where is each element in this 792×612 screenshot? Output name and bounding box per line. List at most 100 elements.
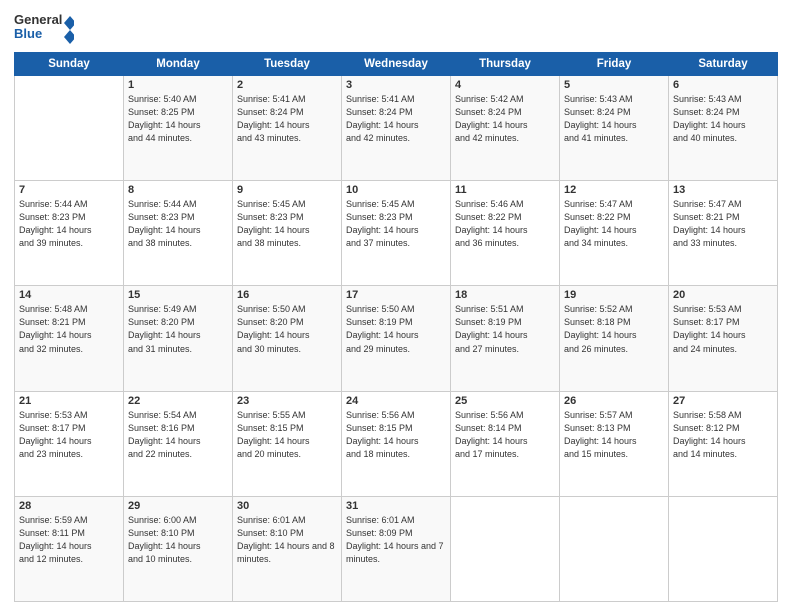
day-header-tuesday: Tuesday xyxy=(233,53,342,76)
calendar-cell: 25 Sunrise: 5:56 AMSunset: 8:14 PMDaylig… xyxy=(451,391,560,496)
day-info: Sunrise: 5:53 AMSunset: 8:17 PMDaylight:… xyxy=(19,410,92,459)
day-info: Sunrise: 6:00 AMSunset: 8:10 PMDaylight:… xyxy=(128,515,201,564)
calendar-cell: 3 Sunrise: 5:41 AMSunset: 8:24 PMDayligh… xyxy=(342,76,451,181)
day-info: Sunrise: 5:53 AMSunset: 8:17 PMDaylight:… xyxy=(673,304,746,353)
day-number: 3 xyxy=(346,79,446,91)
calendar-cell: 30 Sunrise: 6:01 AMSunset: 8:10 PMDaylig… xyxy=(233,496,342,601)
calendar-table: SundayMondayTuesdayWednesdayThursdayFrid… xyxy=(14,52,778,602)
day-info: Sunrise: 5:49 AMSunset: 8:20 PMDaylight:… xyxy=(128,304,201,353)
day-info: Sunrise: 5:51 AMSunset: 8:19 PMDaylight:… xyxy=(455,304,528,353)
day-number: 16 xyxy=(237,289,337,301)
day-number: 28 xyxy=(19,500,119,512)
calendar-cell: 21 Sunrise: 5:53 AMSunset: 8:17 PMDaylig… xyxy=(15,391,124,496)
day-number: 23 xyxy=(237,395,337,407)
calendar-cell: 20 Sunrise: 5:53 AMSunset: 8:17 PMDaylig… xyxy=(669,286,778,391)
calendar-cell: 14 Sunrise: 5:48 AMSunset: 8:21 PMDaylig… xyxy=(15,286,124,391)
day-info: Sunrise: 6:01 AMSunset: 8:10 PMDaylight:… xyxy=(237,515,335,564)
day-number: 14 xyxy=(19,289,119,301)
day-info: Sunrise: 6:01 AMSunset: 8:09 PMDaylight:… xyxy=(346,515,444,564)
day-info: Sunrise: 5:42 AMSunset: 8:24 PMDaylight:… xyxy=(455,94,528,143)
calendar-cell xyxy=(669,496,778,601)
logo-icon: General Blue xyxy=(14,10,74,46)
header: General Blue xyxy=(14,10,778,46)
day-info: Sunrise: 5:45 AMSunset: 8:23 PMDaylight:… xyxy=(346,199,419,248)
day-number: 26 xyxy=(564,395,664,407)
calendar-cell: 17 Sunrise: 5:50 AMSunset: 8:19 PMDaylig… xyxy=(342,286,451,391)
day-number: 9 xyxy=(237,184,337,196)
calendar-cell: 23 Sunrise: 5:55 AMSunset: 8:15 PMDaylig… xyxy=(233,391,342,496)
day-info: Sunrise: 5:50 AMSunset: 8:19 PMDaylight:… xyxy=(346,304,419,353)
calendar-cell: 1 Sunrise: 5:40 AMSunset: 8:25 PMDayligh… xyxy=(124,76,233,181)
calendar-cell: 10 Sunrise: 5:45 AMSunset: 8:23 PMDaylig… xyxy=(342,181,451,286)
day-info: Sunrise: 5:46 AMSunset: 8:22 PMDaylight:… xyxy=(455,199,528,248)
calendar-cell: 22 Sunrise: 5:54 AMSunset: 8:16 PMDaylig… xyxy=(124,391,233,496)
day-number: 4 xyxy=(455,79,555,91)
day-number: 19 xyxy=(564,289,664,301)
calendar-cell: 27 Sunrise: 5:58 AMSunset: 8:12 PMDaylig… xyxy=(669,391,778,496)
calendar-cell: 13 Sunrise: 5:47 AMSunset: 8:21 PMDaylig… xyxy=(669,181,778,286)
logo: General Blue xyxy=(14,10,74,46)
svg-text:Blue: Blue xyxy=(14,26,42,41)
day-number: 5 xyxy=(564,79,664,91)
day-info: Sunrise: 5:48 AMSunset: 8:21 PMDaylight:… xyxy=(19,304,92,353)
day-info: Sunrise: 5:45 AMSunset: 8:23 PMDaylight:… xyxy=(237,199,310,248)
day-info: Sunrise: 5:44 AMSunset: 8:23 PMDaylight:… xyxy=(19,199,92,248)
day-number: 24 xyxy=(346,395,446,407)
day-header-wednesday: Wednesday xyxy=(342,53,451,76)
day-number: 12 xyxy=(564,184,664,196)
day-number: 11 xyxy=(455,184,555,196)
day-header-friday: Friday xyxy=(560,53,669,76)
calendar-cell: 5 Sunrise: 5:43 AMSunset: 8:24 PMDayligh… xyxy=(560,76,669,181)
day-number: 15 xyxy=(128,289,228,301)
calendar-cell: 16 Sunrise: 5:50 AMSunset: 8:20 PMDaylig… xyxy=(233,286,342,391)
day-number: 1 xyxy=(128,79,228,91)
day-number: 8 xyxy=(128,184,228,196)
day-info: Sunrise: 5:41 AMSunset: 8:24 PMDaylight:… xyxy=(346,94,419,143)
day-info: Sunrise: 5:58 AMSunset: 8:12 PMDaylight:… xyxy=(673,410,746,459)
day-info: Sunrise: 5:47 AMSunset: 8:21 PMDaylight:… xyxy=(673,199,746,248)
day-info: Sunrise: 5:41 AMSunset: 8:24 PMDaylight:… xyxy=(237,94,310,143)
day-info: Sunrise: 5:59 AMSunset: 8:11 PMDaylight:… xyxy=(19,515,92,564)
day-number: 2 xyxy=(237,79,337,91)
day-number: 25 xyxy=(455,395,555,407)
calendar-cell: 8 Sunrise: 5:44 AMSunset: 8:23 PMDayligh… xyxy=(124,181,233,286)
calendar-cell: 31 Sunrise: 6:01 AMSunset: 8:09 PMDaylig… xyxy=(342,496,451,601)
day-number: 6 xyxy=(673,79,773,91)
day-info: Sunrise: 5:52 AMSunset: 8:18 PMDaylight:… xyxy=(564,304,637,353)
calendar-cell: 29 Sunrise: 6:00 AMSunset: 8:10 PMDaylig… xyxy=(124,496,233,601)
day-header-saturday: Saturday xyxy=(669,53,778,76)
calendar-cell xyxy=(560,496,669,601)
calendar-cell: 9 Sunrise: 5:45 AMSunset: 8:23 PMDayligh… xyxy=(233,181,342,286)
calendar-cell: 7 Sunrise: 5:44 AMSunset: 8:23 PMDayligh… xyxy=(15,181,124,286)
day-info: Sunrise: 5:55 AMSunset: 8:15 PMDaylight:… xyxy=(237,410,310,459)
day-number: 7 xyxy=(19,184,119,196)
day-info: Sunrise: 5:47 AMSunset: 8:22 PMDaylight:… xyxy=(564,199,637,248)
day-number: 17 xyxy=(346,289,446,301)
calendar-cell: 6 Sunrise: 5:43 AMSunset: 8:24 PMDayligh… xyxy=(669,76,778,181)
day-info: Sunrise: 5:40 AMSunset: 8:25 PMDaylight:… xyxy=(128,94,201,143)
day-info: Sunrise: 5:44 AMSunset: 8:23 PMDaylight:… xyxy=(128,199,201,248)
day-info: Sunrise: 5:54 AMSunset: 8:16 PMDaylight:… xyxy=(128,410,201,459)
calendar-cell: 15 Sunrise: 5:49 AMSunset: 8:20 PMDaylig… xyxy=(124,286,233,391)
calendar-cell: 18 Sunrise: 5:51 AMSunset: 8:19 PMDaylig… xyxy=(451,286,560,391)
day-number: 31 xyxy=(346,500,446,512)
day-info: Sunrise: 5:50 AMSunset: 8:20 PMDaylight:… xyxy=(237,304,310,353)
day-header-monday: Monday xyxy=(124,53,233,76)
calendar-cell: 19 Sunrise: 5:52 AMSunset: 8:18 PMDaylig… xyxy=(560,286,669,391)
svg-text:General: General xyxy=(14,12,62,27)
day-info: Sunrise: 5:57 AMSunset: 8:13 PMDaylight:… xyxy=(564,410,637,459)
day-number: 18 xyxy=(455,289,555,301)
calendar-cell: 11 Sunrise: 5:46 AMSunset: 8:22 PMDaylig… xyxy=(451,181,560,286)
calendar-cell xyxy=(15,76,124,181)
calendar-cell: 12 Sunrise: 5:47 AMSunset: 8:22 PMDaylig… xyxy=(560,181,669,286)
day-header-thursday: Thursday xyxy=(451,53,560,76)
day-number: 20 xyxy=(673,289,773,301)
calendar-cell: 28 Sunrise: 5:59 AMSunset: 8:11 PMDaylig… xyxy=(15,496,124,601)
day-number: 10 xyxy=(346,184,446,196)
day-info: Sunrise: 5:43 AMSunset: 8:24 PMDaylight:… xyxy=(564,94,637,143)
day-info: Sunrise: 5:56 AMSunset: 8:14 PMDaylight:… xyxy=(455,410,528,459)
calendar-cell xyxy=(451,496,560,601)
calendar-page: General Blue SundayMondayTuesdayWednesda… xyxy=(0,0,792,612)
day-info: Sunrise: 5:43 AMSunset: 8:24 PMDaylight:… xyxy=(673,94,746,143)
day-info: Sunrise: 5:56 AMSunset: 8:15 PMDaylight:… xyxy=(346,410,419,459)
